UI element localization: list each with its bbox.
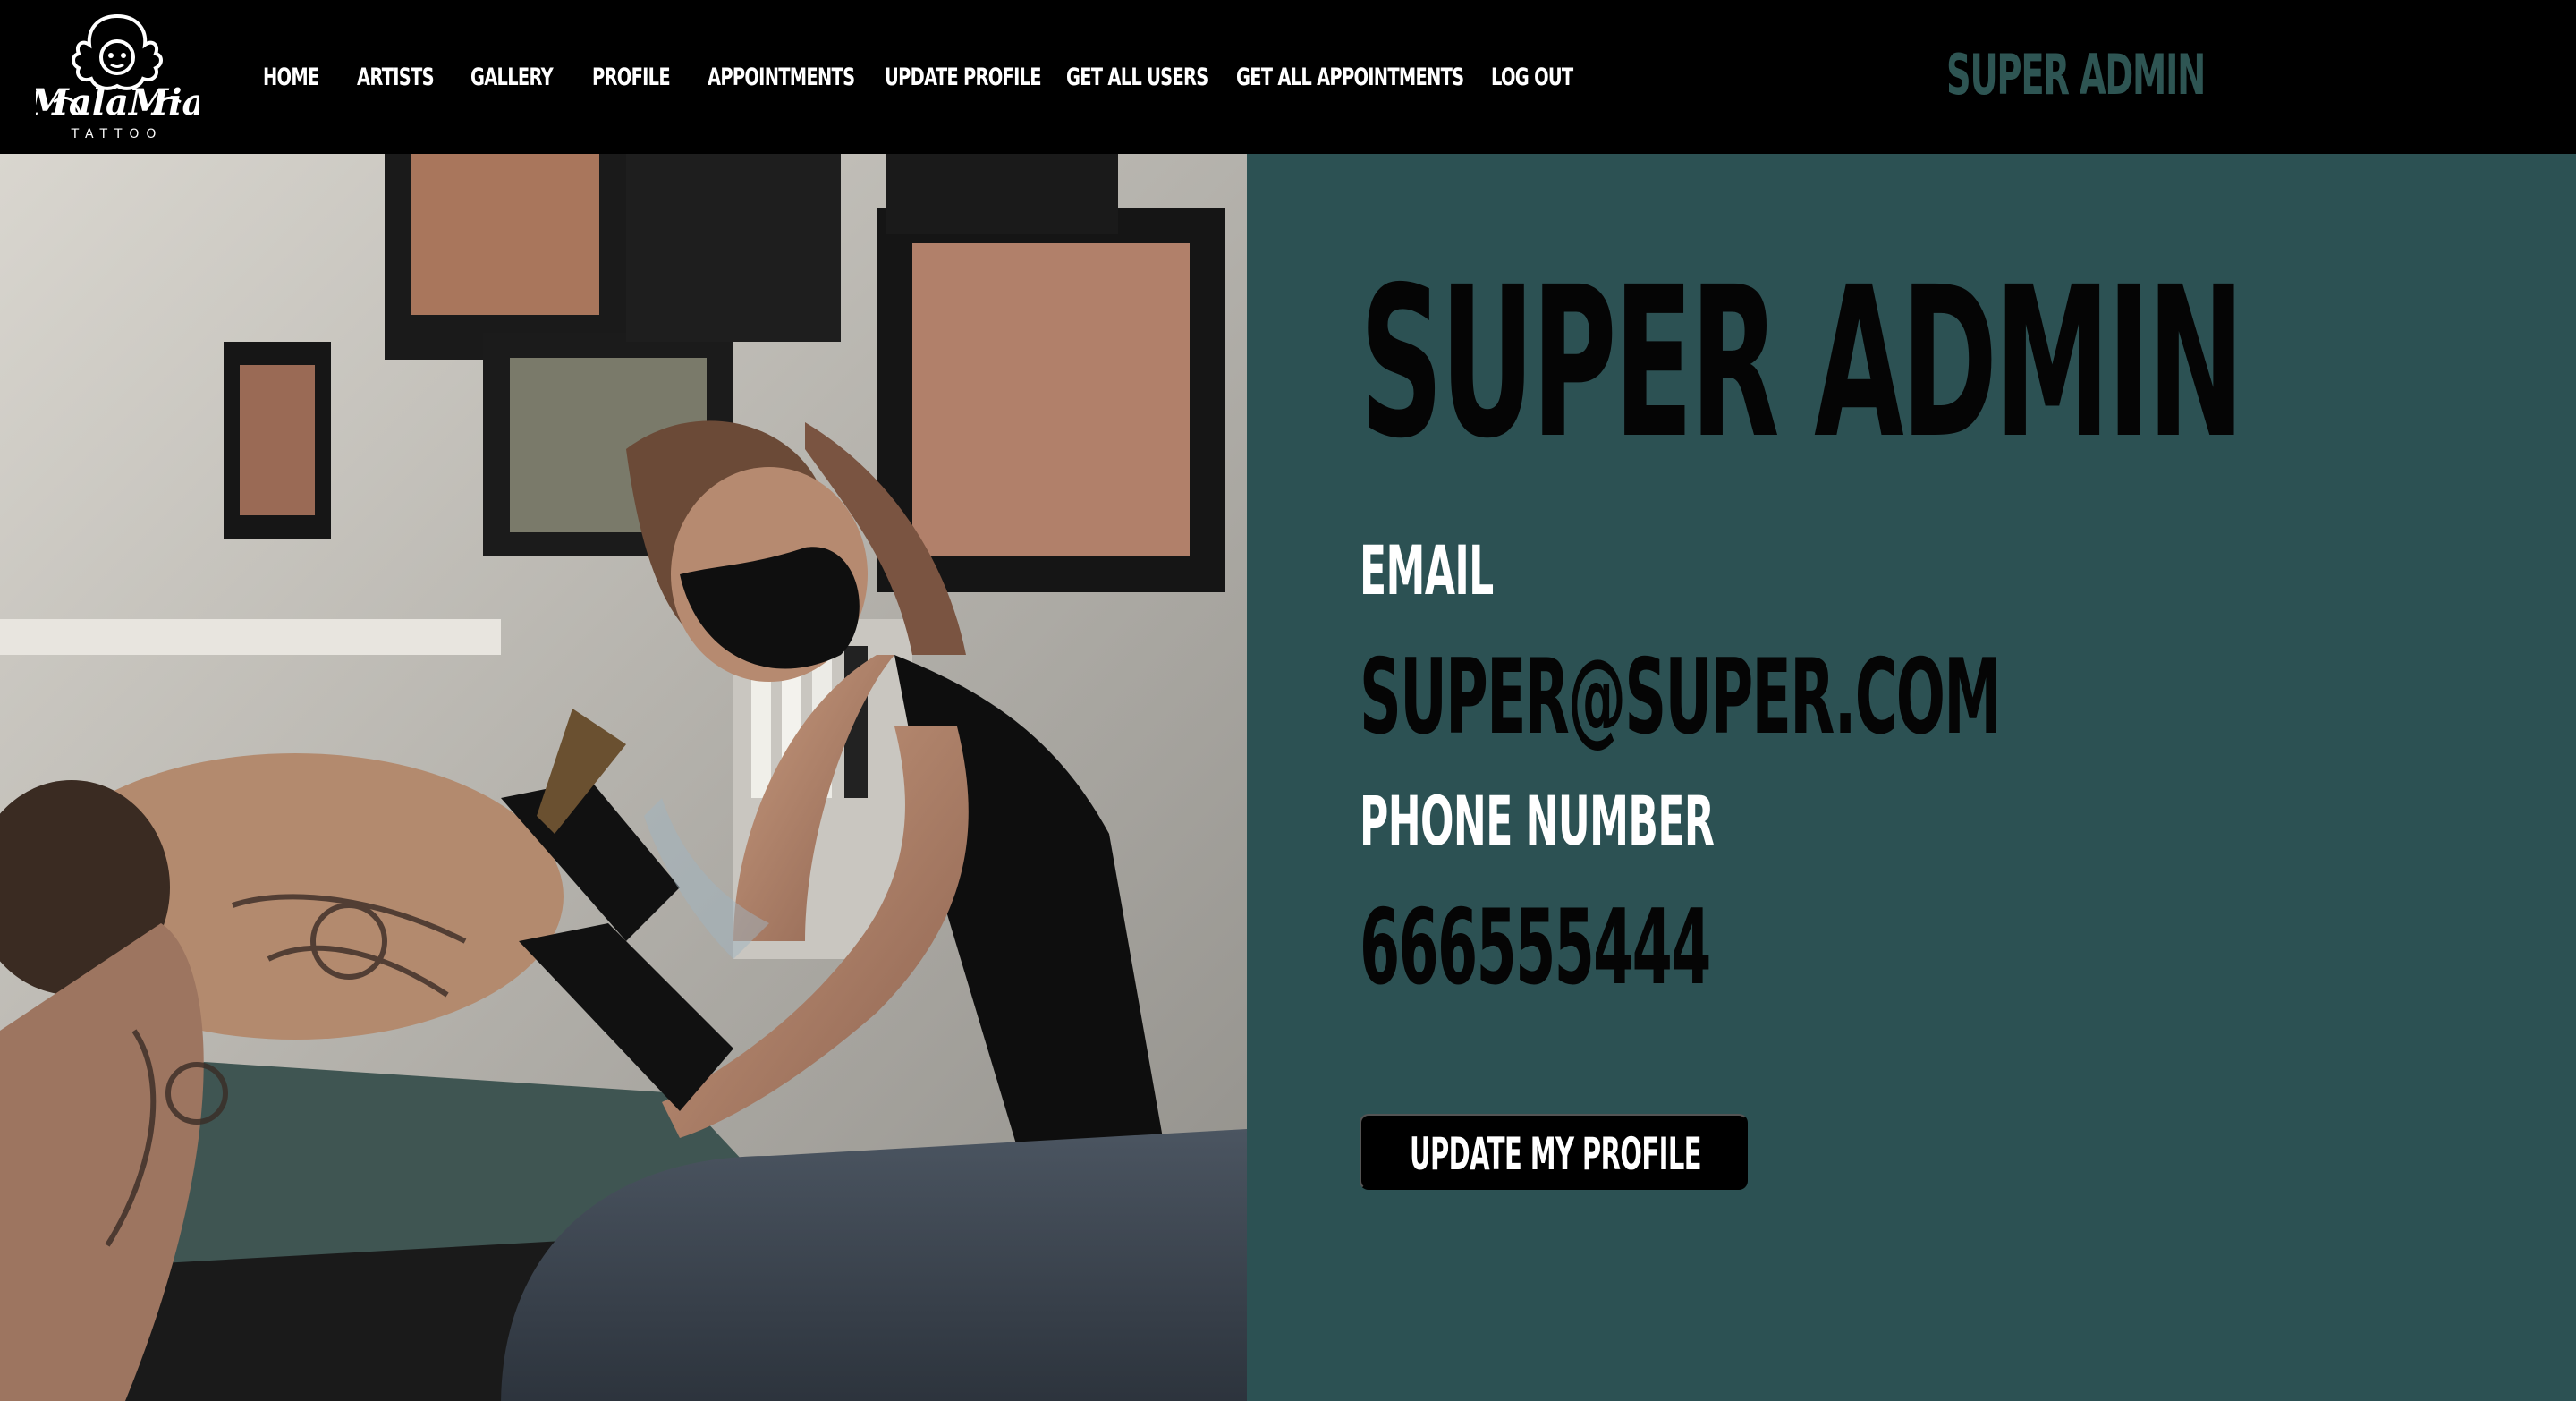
update-profile-button[interactable]: UPDATE MY PROFILE [1360, 1114, 1748, 1190]
email-label: EMAIL [1360, 531, 1494, 610]
nav-get-all-users-link[interactable]: GET ALL USERS [1066, 64, 1208, 91]
top-navbar: MalaMia TATTOO HOME ARTISTS GALLERY PROF… [0, 0, 2576, 154]
nav-get-all-appointments-link[interactable]: GET ALL APPOINTMENTS [1236, 64, 1464, 91]
profile-name: SUPER ADMIN [1360, 242, 2244, 484]
nav-update-profile-link[interactable]: UPDATE PROFILE [885, 64, 1042, 91]
svg-text:MalaMia: MalaMia [36, 81, 199, 123]
nav-appointments-link[interactable]: APPOINTMENTS [708, 64, 855, 91]
update-profile-button-label: UPDATE MY PROFILE [1410, 1128, 1702, 1180]
nav-gallery-link[interactable]: GALLERY [470, 64, 554, 91]
tattoo-artist-photo [0, 154, 1247, 1401]
main-nav: HOME ARTISTS GALLERY PROFILE APPOINTMENT… [263, 0, 1605, 154]
nav-logout-link[interactable]: LOG OUT [1491, 64, 1573, 91]
nav-profile-link[interactable]: PROFILE [592, 64, 671, 91]
phone-label: PHONE NUMBER [1360, 781, 1715, 861]
nav-user-role: SUPER ADMIN [1946, 42, 2206, 107]
profile-panel: SUPER ADMIN EMAIL SUPER@SUPER.COM PHONE … [1247, 154, 2576, 1401]
svg-text:TATTOO: TATTOO [71, 127, 164, 141]
email-value: SUPER@SUPER.COM [1360, 637, 2002, 758]
nav-home-link[interactable]: HOME [263, 64, 319, 91]
phone-value: 666555444 [1360, 887, 1711, 1008]
nav-artists-link[interactable]: ARTISTS [357, 64, 435, 91]
malamia-logo-icon[interactable]: MalaMia TATTOO [28, 9, 205, 145]
